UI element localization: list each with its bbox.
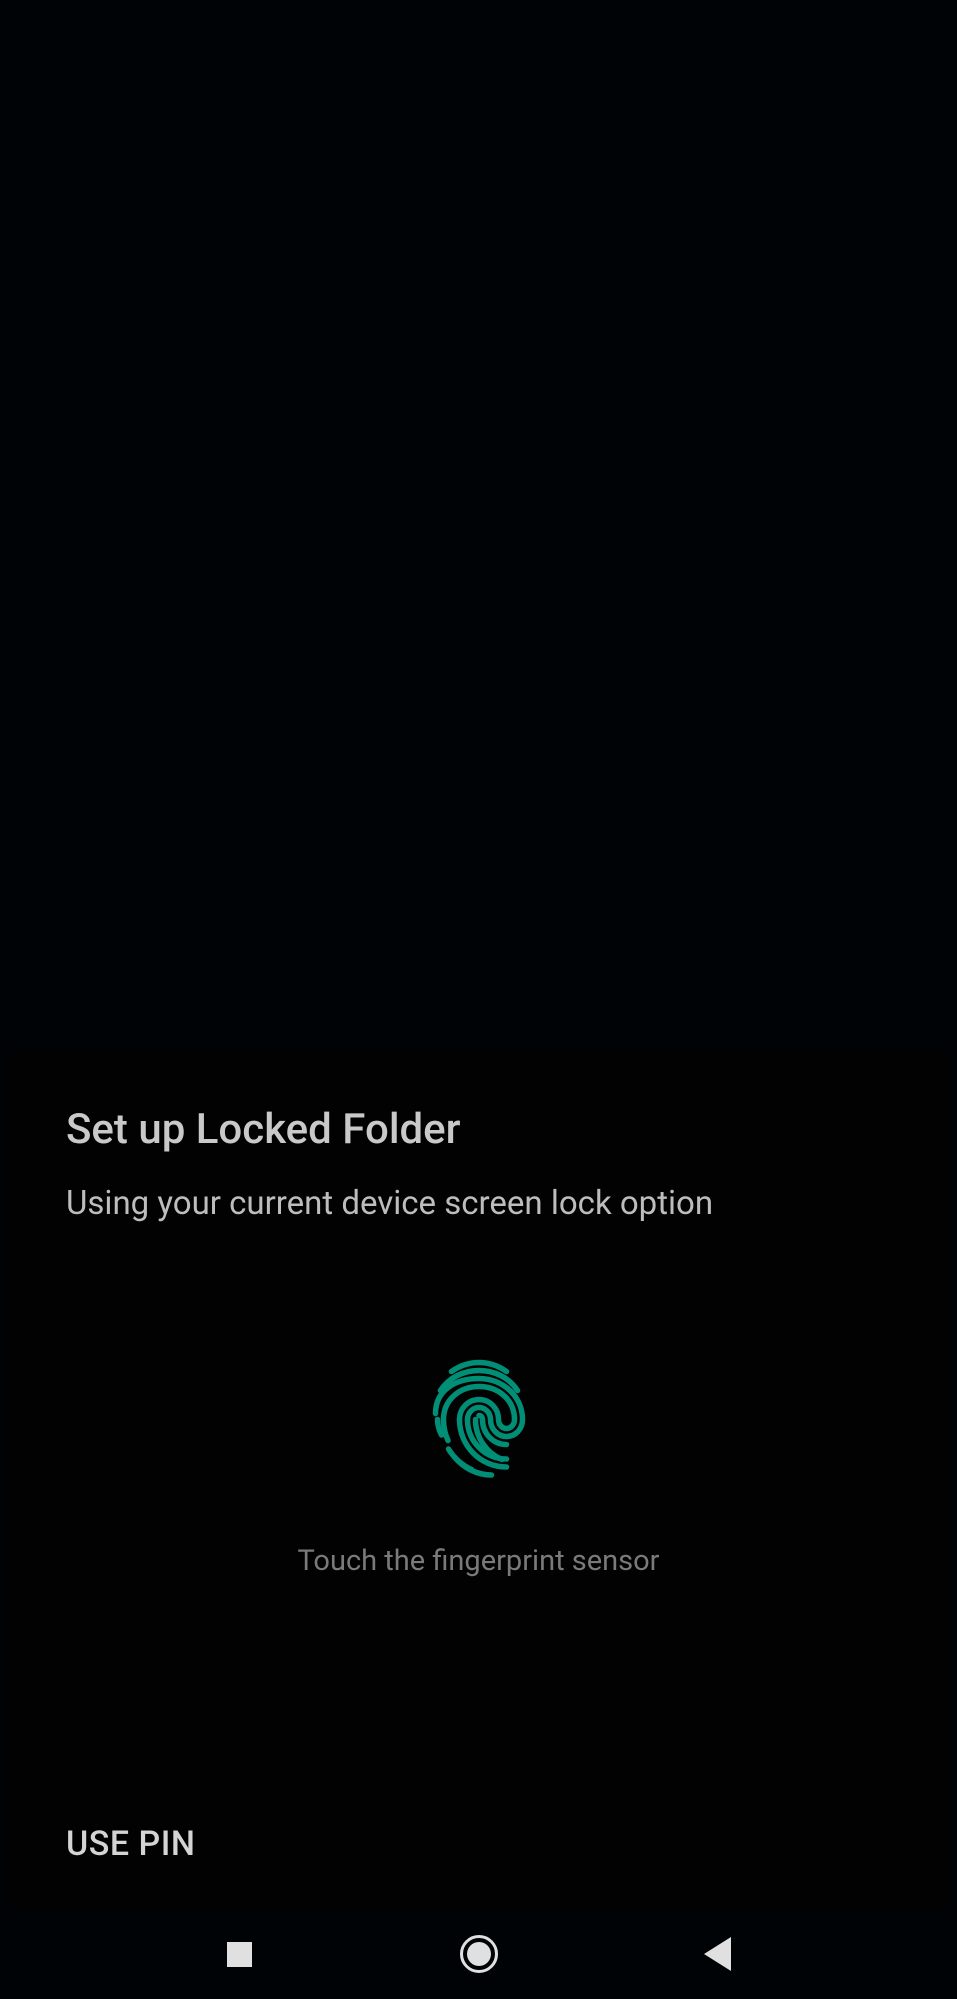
sheet-subtitle: Using your current device screen lock op…	[66, 1184, 891, 1223]
back-button[interactable]	[698, 1934, 738, 1974]
use-pin-button[interactable]: USE PIN	[66, 1824, 195, 1864]
circle-icon	[460, 1935, 498, 1973]
fingerprint-icon[interactable]	[419, 1350, 539, 1485]
navigation-bar	[0, 1909, 957, 1999]
screen: Set up Locked Folder Using your current …	[0, 0, 957, 1999]
fingerprint-area: Touch the fingerprint sensor	[8, 1350, 949, 1578]
fingerprint-hint: Touch the fingerprint sensor	[8, 1544, 949, 1578]
square-icon	[227, 1942, 252, 1967]
auth-bottom-sheet: Set up Locked Folder Using your current …	[8, 1050, 949, 1909]
triangle-back-icon	[704, 1937, 731, 1971]
sheet-title: Set up Locked Folder	[66, 1105, 891, 1154]
recents-button[interactable]	[220, 1934, 260, 1974]
home-button[interactable]	[459, 1934, 499, 1974]
